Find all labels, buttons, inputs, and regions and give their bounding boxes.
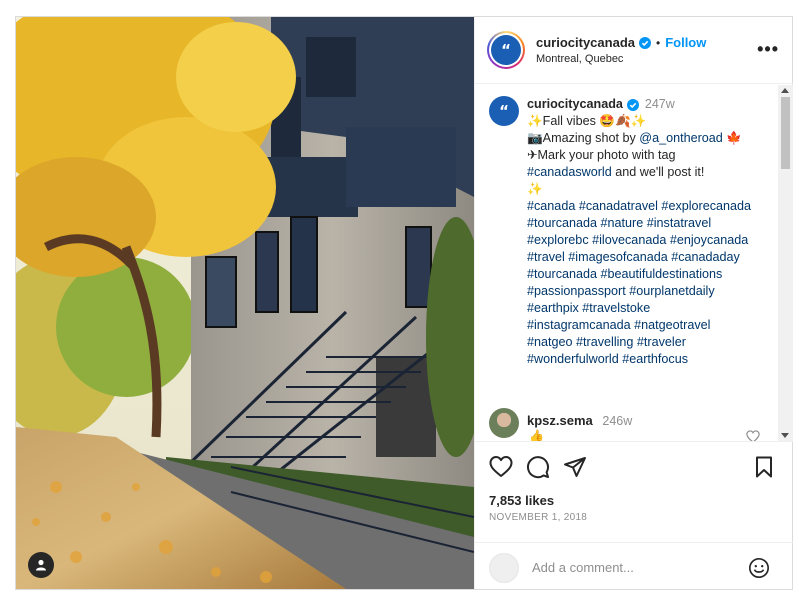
post-details-panel: “ curiocitycanada • Follow Montreal, Que…	[474, 17, 793, 591]
post-location[interactable]: Montreal, Quebec	[536, 53, 706, 65]
caption-line: ✨Fall vibes 🤩🍂✨	[527, 114, 647, 128]
comments-scrollbar[interactable]	[778, 85, 793, 441]
bookmark-icon[interactable]	[752, 455, 776, 479]
story-ring[interactable]: “	[487, 31, 525, 69]
follow-button[interactable]: Follow	[665, 35, 706, 50]
post-caption: “ curiocitycanada 247w ✨Fall vibes 🤩🍂✨ 📷…	[489, 96, 779, 368]
scrollbar-thumb[interactable]	[781, 97, 790, 169]
caption-line: 📷Amazing shot by @a_ontheroad 🍁	[527, 131, 742, 145]
post-photo[interactable]	[16, 17, 474, 589]
comments-section: “ curiocitycanada 247w ✨Fall vibes 🤩🍂✨ 📷…	[475, 85, 793, 441]
caption-timestamp[interactable]: 247w	[645, 96, 675, 113]
more-options-icon[interactable]: •••	[757, 40, 779, 58]
add-comment-bar	[475, 542, 793, 592]
comment-text: 👍	[529, 429, 544, 441]
hashtag-line[interactable]: #passionpassport #ourplanetdaily	[527, 283, 779, 300]
post-dialog: “ curiocitycanada • Follow Montreal, Que…	[15, 16, 793, 590]
scroll-down-arrow-icon[interactable]	[781, 433, 789, 438]
hashtag-line[interactable]: #earthpix #travelstoke	[527, 300, 779, 317]
comment-input[interactable]	[532, 560, 742, 575]
user-tag-icon	[36, 559, 46, 571]
mention-link[interactable]: @a_ontheroad	[639, 131, 723, 145]
hashtag-line[interactable]: #explorebc #ilovecanada #enjoycanada	[527, 232, 779, 249]
post-actions: 7,853 likes NOVEMBER 1, 2018	[475, 441, 793, 591]
post-header: “ curiocitycanada • Follow Montreal, Que…	[475, 17, 793, 84]
user-tag-button[interactable]	[28, 552, 54, 578]
commenter-username[interactable]: kpsz.sema	[527, 413, 593, 428]
emoji-icon[interactable]	[748, 557, 770, 584]
caption-line: ✨	[527, 182, 543, 196]
verified-badge-icon	[626, 98, 639, 111]
hashtag-line[interactable]: #wonderfulworld #earthfocus	[527, 351, 779, 368]
post-date[interactable]: NOVEMBER 1, 2018	[489, 512, 587, 523]
likes-count[interactable]: 7,853 likes	[489, 493, 554, 508]
verified-badge-icon	[639, 36, 651, 49]
scroll-up-arrow-icon[interactable]	[781, 88, 789, 93]
hashtag-line[interactable]: #tourcanada #beautifuldestinations	[527, 266, 779, 283]
comment-item: kpsz.sema 246w 👍	[489, 408, 632, 441]
my-avatar	[489, 552, 519, 583]
caption-line: ✈Mark your photo with tag	[527, 148, 676, 162]
commenter-avatar[interactable]	[489, 408, 519, 438]
hashtag-line[interactable]: #tourcanada #nature #instatravel	[527, 215, 779, 232]
profile-avatar: “	[491, 35, 521, 65]
heart-icon[interactable]	[489, 455, 513, 479]
comment-timestamp[interactable]: 246w	[602, 414, 632, 428]
montreal-autumn-street-image	[16, 17, 474, 589]
comment-icon[interactable]	[526, 455, 550, 479]
caption-line: #canadasworld and we'll post it!	[527, 165, 705, 179]
share-icon[interactable]	[563, 455, 587, 479]
caption-username[interactable]: curiocitycanada	[527, 96, 623, 113]
hashtag-list: #canada #canadatravel #explorecanada #to…	[527, 198, 779, 368]
header-separator: •	[656, 35, 661, 50]
hashtag-link[interactable]: #canadasworld	[527, 165, 612, 179]
hashtag-line[interactable]: #instagramcanada #natgeotravel	[527, 317, 779, 334]
hashtag-line[interactable]: #natgeo #travelling #traveler	[527, 334, 779, 351]
hashtag-line[interactable]: #travel #imagesofcanada #canadaday	[527, 249, 779, 266]
header-username[interactable]: curiocitycanada	[536, 35, 635, 50]
hashtag-line[interactable]: #canada #canadatravel #explorecanada	[527, 198, 779, 215]
caption-avatar[interactable]: “	[489, 96, 519, 126]
comment-like-heart-icon[interactable]	[746, 430, 760, 441]
